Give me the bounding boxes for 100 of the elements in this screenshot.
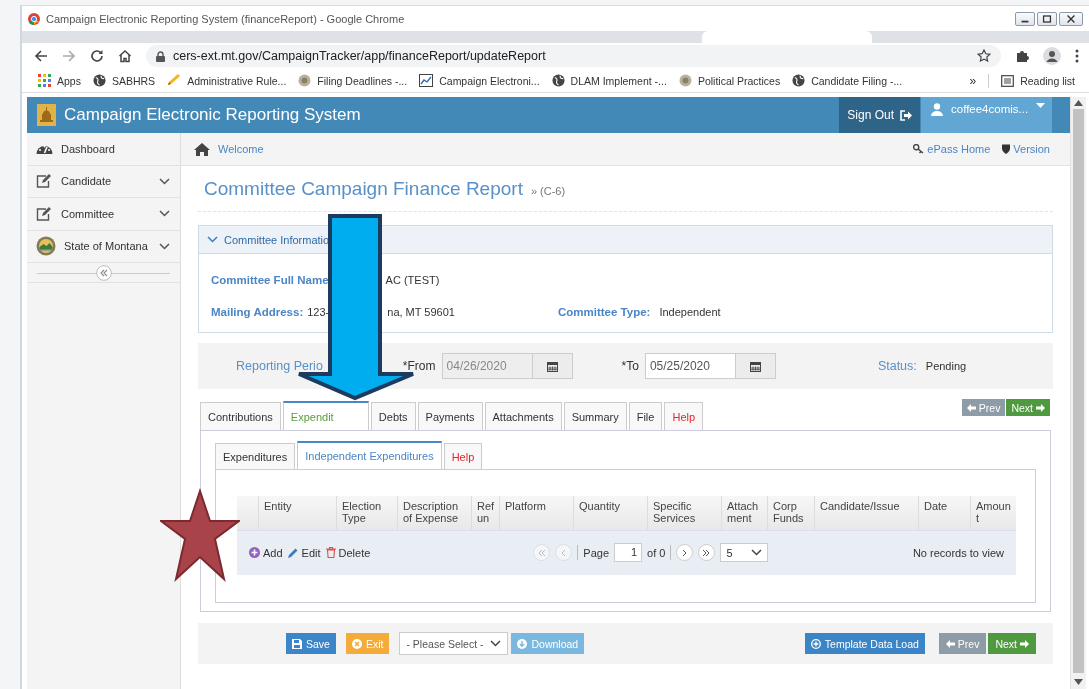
chevron-down-icon <box>207 236 218 243</box>
sign-out-button[interactable]: Sign Out <box>839 97 920 133</box>
puzzle-icon[interactable] <box>1015 49 1029 63</box>
scroll-down-icon[interactable] <box>1074 679 1083 685</box>
calendar-icon[interactable] <box>749 360 761 372</box>
column-header[interactable]: Election Type <box>336 496 397 530</box>
bookmark[interactable]: DLAM Implement -... <box>545 72 673 89</box>
scrollbar-thumb[interactable] <box>1073 109 1084 673</box>
menu-icon[interactable] <box>1075 49 1079 63</box>
grid-action[interactable]: Edit <box>287 546 321 559</box>
bookmark[interactable]: Candidate Filing -... <box>786 72 909 89</box>
tab[interactable]: Help <box>443 443 483 469</box>
app-title: Campaign Electronic Reporting System <box>64 105 362 125</box>
panel-title: Committee Informatio <box>224 233 330 246</box>
bookmark-star-icon[interactable] <box>977 49 991 63</box>
user-icon <box>931 103 943 116</box>
chevron-down-icon <box>751 549 763 556</box>
pencil-icon <box>167 74 182 87</box>
globe-icon <box>551 74 565 87</box>
key-icon <box>913 144 925 154</box>
pager-label: Page <box>583 546 610 559</box>
column-header[interactable]: Quantity <box>573 496 647 530</box>
pencil-icon <box>287 547 299 558</box>
collapse-sidebar-icon[interactable] <box>95 264 112 281</box>
bookmark[interactable]: Political Practices <box>672 72 787 89</box>
more-bookmarks[interactable]: » <box>963 73 983 88</box>
lock-icon <box>156 50 165 62</box>
sidebar-item[interactable]: Committee <box>27 198 180 231</box>
arrow-right-icon <box>1036 403 1045 412</box>
tab[interactable]: Contributions <box>200 402 281 430</box>
list-icon <box>1001 74 1015 87</box>
column-header[interactable]: Description of Expense <box>397 496 471 530</box>
bookmark[interactable]: Apps <box>32 72 87 89</box>
tab[interactable]: Debts <box>370 402 416 430</box>
window-title: Campaign Electronic Reporting System (financeReport) - Google Chrome <box>46 12 405 25</box>
tab[interactable]: Expenditures <box>215 443 296 469</box>
arrow-right-icon <box>1020 639 1029 648</box>
breadcrumb-link[interactable]: Welcome <box>218 143 902 155</box>
globe-icon <box>92 74 106 87</box>
column-header[interactable]: Attachment <box>721 496 767 530</box>
bookmark[interactable]: Administrative Rule... <box>161 72 293 89</box>
sidebar-item[interactable]: State of Montana <box>27 230 180 263</box>
sidebar-item[interactable]: Candidate <box>27 165 180 198</box>
chart-page-icon <box>419 74 434 87</box>
arrow-left-icon <box>966 403 976 412</box>
column-header[interactable]: Platform <box>499 496 573 530</box>
sidebar-item[interactable]: Dashboard <box>27 133 180 166</box>
x-circle-icon <box>351 638 362 649</box>
bookmark[interactable]: Campaign Electroni... <box>413 72 546 89</box>
header-link[interactable]: ePass Home <box>913 143 991 155</box>
page-input[interactable]: 1 <box>614 543 643 562</box>
tab[interactable]: Summary <box>563 402 627 430</box>
tab[interactable]: Independent Expenditures <box>297 441 442 469</box>
maximize-icon[interactable] <box>1037 11 1057 26</box>
header-link[interactable]: Version <box>1002 143 1050 155</box>
page-size-select[interactable]: 5 <box>720 543 769 562</box>
column-header[interactable]: Amount <box>970 496 1016 530</box>
tab[interactable]: Attachments <box>484 402 562 430</box>
template-data-load-button[interactable]: Template Data Load <box>804 633 925 654</box>
close-icon[interactable] <box>1059 11 1083 26</box>
dropdown[interactable]: - Please Select - <box>399 632 509 655</box>
home-icon[interactable] <box>118 49 132 63</box>
reading-list[interactable]: Reading list <box>995 72 1081 89</box>
globe-icon <box>792 74 806 87</box>
last-page-button[interactable] <box>698 544 716 561</box>
panel-header[interactable]: Committee Informatio <box>199 226 1052 254</box>
grid-action[interactable]: Add <box>249 546 283 559</box>
column-header[interactable]: Date <box>918 496 970 530</box>
chevron-icon <box>702 548 712 557</box>
grid-action[interactable]: Delete <box>325 546 371 559</box>
apps-grid-icon <box>38 74 51 87</box>
column-header[interactable]: Refun <box>471 496 499 530</box>
save-button[interactable]: Save <box>286 633 336 654</box>
column-header[interactable]: Candidate/Issue <box>814 496 918 530</box>
floppy-icon <box>292 638 302 649</box>
shield-icon <box>1002 144 1011 154</box>
date-field[interactable]: 05/25/2020 <box>644 353 776 379</box>
field-label: *From <box>402 359 436 373</box>
tab[interactable]: Payments <box>417 402 483 430</box>
tab[interactable]: Help <box>664 402 704 430</box>
bookmark[interactable]: Filing Deadlines -... <box>292 72 414 89</box>
reload-icon[interactable] <box>90 49 104 63</box>
emblem-icon <box>678 74 692 87</box>
field-value: 123- <box>307 306 330 318</box>
scroll-up-icon[interactable] <box>1074 100 1083 106</box>
column-header[interactable]: Specific Services <box>647 496 721 530</box>
profile-icon[interactable] <box>1043 47 1061 65</box>
field-value: Independent <box>659 306 721 318</box>
state-seal-icon <box>36 236 56 257</box>
bookmark[interactable]: SABHRS <box>86 72 162 89</box>
tab[interactable]: File <box>628 402 663 430</box>
column-header[interactable]: Entity <box>258 496 336 530</box>
back-icon[interactable] <box>34 49 48 63</box>
field-label: Mailing Address: <box>211 306 304 318</box>
address-bar[interactable]: cers-ext.mt.gov/CampaignTracker/app/financeReport/updateReport <box>146 45 1001 67</box>
trash-icon <box>325 547 336 558</box>
pager-label: of 0 <box>647 546 666 559</box>
field-label: Committee Full Name <box>211 274 329 286</box>
caret-down-icon <box>1036 103 1046 108</box>
column-header[interactable]: Corp Funds <box>767 496 814 530</box>
